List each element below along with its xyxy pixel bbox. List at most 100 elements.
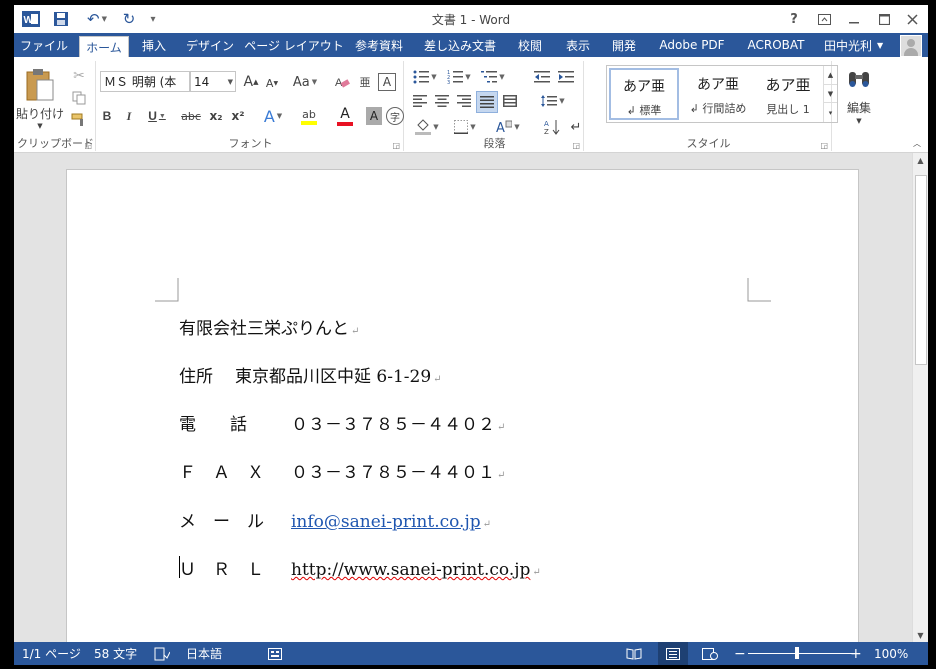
document-page[interactable]: 有限会社三栄ぷりんと ↵ 住所 東京都品川区中延 6-1-29 ↵ 電 話 ０３－３７８… bbox=[66, 169, 859, 649]
distributed-icon[interactable] bbox=[500, 91, 520, 111]
zoom-level[interactable]: 100% bbox=[874, 642, 908, 665]
paste-button[interactable]: 貼り付け bbox=[16, 105, 64, 121]
help-button[interactable]: ? bbox=[782, 8, 806, 30]
character-shading-button[interactable]: A bbox=[366, 107, 382, 125]
zoom-in-button[interactable]: + bbox=[850, 642, 862, 665]
phonetic-guide-icon[interactable]: 亜 bbox=[356, 73, 374, 91]
tab-view[interactable]: 表示 bbox=[558, 33, 598, 57]
find-binoculars-icon[interactable] bbox=[842, 65, 876, 95]
avatar[interactable] bbox=[900, 35, 922, 57]
enclose-characters-button[interactable]: 字 bbox=[386, 107, 404, 125]
italic-button[interactable]: I bbox=[120, 107, 138, 125]
tab-review[interactable]: 校閲 bbox=[510, 33, 550, 57]
underline-button[interactable]: U ▼ bbox=[142, 107, 172, 125]
word-count[interactable]: 58 文字 bbox=[94, 642, 137, 665]
style-normal[interactable]: あア亜 ↲ 標準 bbox=[609, 68, 679, 120]
shading-button[interactable]: ▼ bbox=[410, 117, 444, 137]
collapse-ribbon-icon[interactable]: ︿ bbox=[910, 137, 924, 149]
style-no-spacing[interactable]: あア亜 ↲ 行間詰め bbox=[683, 68, 753, 120]
tab-acrobat[interactable]: ACROBAT bbox=[740, 33, 812, 57]
scrollbar-thumb[interactable] bbox=[915, 175, 927, 365]
decrease-indent-icon[interactable] bbox=[532, 67, 552, 87]
read-mode-icon[interactable] bbox=[626, 642, 642, 665]
align-center-icon[interactable] bbox=[432, 91, 452, 111]
character-border-icon[interactable]: A bbox=[378, 73, 396, 91]
macro-recording-icon[interactable] bbox=[268, 642, 282, 665]
zoom-slider-thumb[interactable] bbox=[795, 647, 799, 659]
address-line: 住所 東京都品川区中延 6-1-29 ↵ bbox=[179, 362, 442, 387]
shrink-font-button[interactable]: A ▼ bbox=[264, 75, 280, 91]
ribbon-tabs: ファイル ホーム 挿入 デザイン ページ レイアウト 参考資料 差し込み文書 校… bbox=[14, 33, 928, 57]
justify-icon[interactable] bbox=[476, 91, 498, 113]
bullets-icon bbox=[413, 70, 430, 84]
bold-button[interactable]: B bbox=[98, 107, 116, 125]
proofing-icon[interactable] bbox=[154, 642, 170, 665]
show-marks-icon[interactable]: ↵ bbox=[568, 117, 584, 137]
close-button[interactable] bbox=[900, 8, 924, 30]
asian-layout-button[interactable]: A ▼ bbox=[492, 117, 524, 137]
mail-link[interactable]: info@sanei-print.co.jp bbox=[291, 512, 481, 532]
multilevel-list-button[interactable]: ▼ bbox=[478, 67, 508, 87]
scroll-up-icon[interactable]: ▲ bbox=[913, 153, 928, 167]
font-name-combo[interactable]: ＭＳ 明朝 (本 bbox=[100, 71, 190, 92]
tab-developer[interactable]: 開発 bbox=[604, 33, 644, 57]
font-size-value: 14 bbox=[194, 74, 210, 89]
text-effects-button[interactable]: A ▼ bbox=[258, 107, 288, 126]
tab-references[interactable]: 参考資料 bbox=[350, 33, 408, 57]
web-layout-icon[interactable] bbox=[702, 642, 718, 665]
copy-icon[interactable] bbox=[70, 89, 88, 107]
borders-button[interactable]: ▼ bbox=[448, 117, 482, 137]
line-spacing-button[interactable]: ▼ bbox=[536, 91, 570, 111]
tab-file[interactable]: ファイル bbox=[14, 33, 74, 57]
chevron-down-icon[interactable]: ▼ bbox=[34, 121, 46, 131]
minimize-button[interactable] bbox=[842, 8, 866, 30]
dialog-launcher-icon[interactable]: ◲ bbox=[392, 141, 400, 150]
paste-icon[interactable] bbox=[20, 67, 60, 103]
tab-home[interactable]: ホーム bbox=[79, 36, 129, 57]
language-indicator[interactable]: 日本語 bbox=[186, 642, 222, 665]
font-color-button[interactable]: A bbox=[330, 105, 360, 127]
superscript-button[interactable]: x² bbox=[228, 107, 248, 125]
ribbon-display-button[interactable] bbox=[812, 8, 836, 30]
zoom-slider[interactable] bbox=[748, 653, 852, 654]
align-left-icon[interactable] bbox=[410, 91, 430, 111]
style-heading-1[interactable]: あア亜 見出し 1 bbox=[753, 68, 823, 120]
maximize-button[interactable] bbox=[872, 8, 896, 30]
tab-adobe-pdf[interactable]: Adobe PDF bbox=[652, 33, 732, 57]
cut-icon[interactable]: ✂ bbox=[70, 67, 88, 85]
chevron-down-icon[interactable]: ▼ bbox=[852, 116, 866, 126]
print-layout-icon[interactable] bbox=[658, 642, 688, 665]
user-account[interactable]: 田中光利 ▼ bbox=[824, 33, 883, 57]
page-count[interactable]: 1/1 ページ bbox=[22, 642, 81, 665]
editing-button[interactable]: 編集 bbox=[838, 99, 880, 115]
bullets-button[interactable]: ▼ bbox=[410, 67, 440, 87]
scroll-down-icon[interactable]: ▼ bbox=[913, 628, 928, 642]
paragraph-group: ▼ 1 2 3 ▼ ▼ ▼ ▼ ▼ A ▼ A Z ↵ 段落 ◲ bbox=[406, 61, 584, 151]
vertical-scrollbar[interactable]: ▲ ▼ bbox=[912, 153, 928, 642]
close-icon bbox=[906, 13, 918, 25]
grow-font-button[interactable]: A ▲ bbox=[242, 73, 260, 91]
editing-group: 編集 ▼ bbox=[834, 61, 886, 151]
tab-design[interactable]: デザイン bbox=[182, 33, 238, 57]
sort-icon[interactable]: AZ bbox=[542, 117, 562, 137]
tab-mailings[interactable]: 差し込み文書 bbox=[418, 33, 502, 57]
highlight-button[interactable]: ab bbox=[292, 105, 326, 127]
tab-insert[interactable]: 挿入 bbox=[134, 33, 174, 57]
tab-page-layout[interactable]: ページ レイアウト bbox=[244, 33, 344, 57]
strikethrough-button[interactable]: abc bbox=[178, 107, 204, 125]
title-bar: W ↶ ▼ ↻ ▾ 文書 1 - Word ? bbox=[14, 5, 928, 32]
dialog-launcher-icon[interactable]: ◲ bbox=[820, 141, 828, 150]
paragraph-mark: ↵ bbox=[433, 374, 442, 385]
font-size-combo[interactable]: 14 ▼ bbox=[190, 71, 236, 92]
zoom-out-button[interactable]: − bbox=[734, 642, 746, 665]
subscript-button[interactable]: x₂ bbox=[206, 107, 226, 125]
numbering-button[interactable]: 1 2 3 ▼ bbox=[444, 67, 474, 87]
dialog-launcher-icon[interactable]: ◲ bbox=[572, 141, 580, 150]
change-case-button[interactable]: Aa ▼ bbox=[288, 73, 322, 91]
align-right-icon[interactable] bbox=[454, 91, 474, 111]
clear-formatting-icon[interactable]: A bbox=[332, 73, 352, 91]
format-painter-icon[interactable] bbox=[70, 111, 88, 129]
dialog-launcher-icon[interactable]: ◲ bbox=[84, 141, 92, 150]
increase-indent-icon[interactable] bbox=[556, 67, 576, 87]
style-name: ↲ 標準 bbox=[626, 104, 662, 117]
